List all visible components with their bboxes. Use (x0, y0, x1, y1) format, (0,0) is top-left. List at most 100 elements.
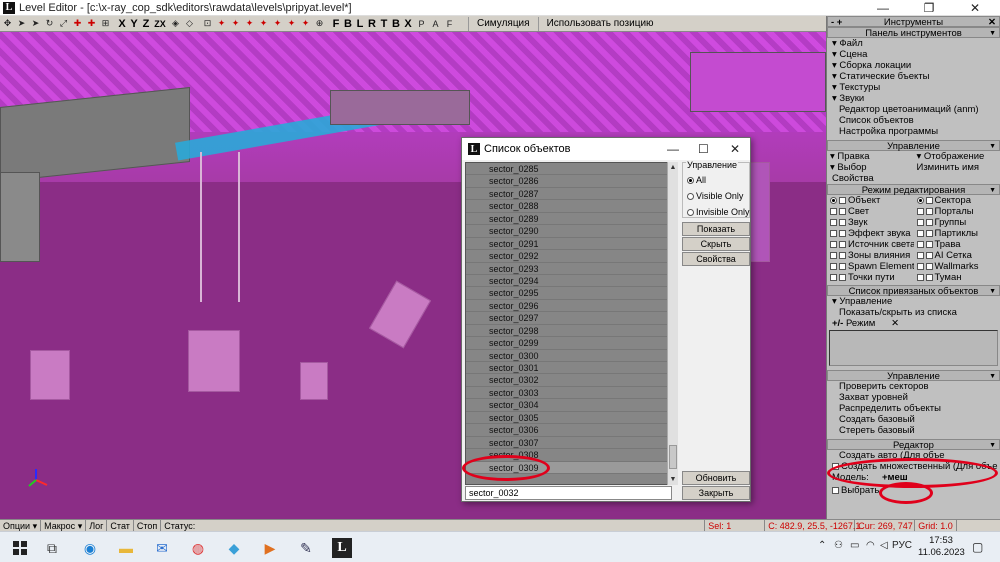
snap-icon[interactable]: ✚ (71, 17, 84, 30)
menu-build[interactable]: ▾ Сборка локации (827, 60, 1000, 71)
dialog-close-button[interactable]: ✕ (730, 142, 740, 156)
menu-textures[interactable]: ▾ Текстуры (827, 82, 1000, 93)
mode-wallmarks[interactable]: Wallmarks (914, 261, 1000, 272)
mode-sectors[interactable]: Сектора (914, 195, 1000, 206)
use-position-button[interactable]: Использовать позицию (537, 16, 662, 31)
list-item[interactable]: sector_0298 (466, 325, 671, 338)
list-item[interactable]: sector_0287 (466, 188, 671, 201)
mode-spawn-element[interactable]: Spawn Element (827, 261, 914, 272)
app-icon[interactable]: ◆ (224, 538, 244, 558)
link-settings[interactable]: Настройка программы (827, 126, 1000, 137)
list-item[interactable]: sector_0306 (466, 424, 671, 437)
stat-button[interactable]: Стат (107, 519, 134, 532)
mode-fog[interactable]: Туман (914, 272, 1000, 283)
dialog-minimize-button[interactable]: — (667, 142, 679, 156)
axis-z-button[interactable]: Z (140, 18, 152, 30)
rotate-icon[interactable]: ↻ (43, 17, 56, 30)
list-item[interactable]: sector_0289 (466, 213, 671, 226)
list-item[interactable]: sector_0295 (466, 287, 671, 300)
link-color-anim-editor[interactable]: Редактор цветоанимаций (anm) (827, 104, 1000, 115)
distribute-objects-button[interactable]: Распределить объекты (827, 403, 1000, 414)
edge-browser-icon[interactable]: ◉ (80, 538, 100, 558)
pivot-icon[interactable]: ✚ (85, 17, 98, 30)
tray-wifi-icon[interactable]: ◠ (866, 540, 875, 551)
task-view-icon[interactable]: ⧉ (42, 538, 62, 558)
options-menu[interactable]: Опции ▾ (0, 519, 42, 532)
view-left-button[interactable]: L (354, 18, 366, 30)
filter-all-radio[interactable]: All (687, 175, 706, 185)
zoom-icon[interactable]: ⊕ (313, 17, 326, 30)
scale-icon[interactable]: ⤢ (57, 17, 70, 30)
list-item[interactable]: sector_0292 (466, 250, 671, 263)
dialog-close-text-button[interactable]: Закрыть (682, 486, 750, 500)
attached-toggle[interactable]: Показать/скрыть из списка (827, 307, 1000, 318)
angle-snap-icon[interactable]: ✦ (271, 17, 284, 30)
tray-language[interactable]: РУС (892, 540, 912, 551)
list-item[interactable]: sector_0303 (466, 387, 671, 400)
erase-base-button[interactable]: Стереть базовый (827, 425, 1000, 436)
list-item[interactable]: sector_0290 (466, 225, 671, 238)
list-item[interactable]: sector_0288 (466, 200, 671, 213)
moving-snap-icon[interactable]: ✦ (215, 17, 228, 30)
control-header[interactable]: Управление ▼ (827, 140, 1000, 152)
menu-display[interactable]: ▾ Отображение (914, 151, 1000, 162)
chrome-icon[interactable]: ◍ (188, 538, 208, 558)
list-item[interactable]: sector_0296 (466, 300, 671, 313)
cull-icon[interactable]: ✦ (299, 17, 312, 30)
mode-ai-grid[interactable]: AI Сетка (914, 250, 1000, 261)
attached-remove-icon[interactable]: ✕ (891, 318, 899, 329)
scroll-up-icon[interactable]: ▲ (668, 162, 678, 173)
view-bottom-button[interactable]: B (390, 18, 402, 30)
tray-battery-icon[interactable]: ▭ (850, 540, 859, 551)
list-item[interactable]: sector_0285 (466, 163, 671, 176)
mode-light-source[interactable]: Источник света (827, 239, 914, 250)
editor-header[interactable]: Редактор ▼ (827, 439, 1000, 451)
scroll-down-icon[interactable]: ▼ (668, 474, 678, 485)
mode-light[interactable]: Свет (827, 206, 914, 217)
view-top-button[interactable]: T (378, 18, 390, 30)
select-arrow-icon[interactable]: ➤ (15, 17, 28, 30)
axis-zx-button[interactable]: ZX (152, 19, 168, 29)
view-front-button[interactable]: F (330, 18, 342, 30)
camera-icon[interactable]: A (429, 17, 442, 30)
minimize-button[interactable]: — (860, 0, 906, 16)
check-sectors-button[interactable]: Проверить секторов (827, 381, 1000, 392)
maximize-button[interactable]: ❐ (906, 0, 952, 16)
filter-invisible-radio[interactable]: Invisible Only (687, 207, 750, 217)
list-item[interactable]: sector_0297 (466, 312, 671, 325)
dialog-properties-button[interactable]: Свойства (682, 252, 750, 266)
perspective-icon[interactable]: P (415, 17, 428, 30)
axis-y-button[interactable]: Y (128, 18, 140, 30)
tray-arrow-icon[interactable]: ⌃ (818, 540, 826, 551)
attached-objects-header[interactable]: Список привязаных объектов ▼ (827, 285, 1000, 297)
move-icon[interactable]: ✥ (1, 17, 14, 30)
editor-app-icon[interactable]: ✎ (296, 538, 316, 558)
list-item[interactable]: sector_0299 (466, 337, 671, 350)
grid-snap-icon[interactable]: ✦ (257, 17, 270, 30)
mode-influence-zones[interactable]: Зоны влияния (827, 250, 914, 261)
toolbar-header[interactable]: Панель инструментов ▼ (827, 27, 1000, 39)
menu-sounds[interactable]: ▾ Звуки (827, 93, 1000, 104)
menu-edit[interactable]: ▾ Правка (827, 151, 914, 162)
notification-icon[interactable]: ▢ (972, 540, 983, 554)
list-item[interactable]: sector_0300 (466, 350, 671, 362)
dialog-maximize-button[interactable]: ☐ (698, 142, 709, 156)
refresh-list-button[interactable]: Обновить список (682, 471, 750, 495)
taskbar-clock[interactable]: 17:53 11.06.2023 (918, 535, 965, 559)
uniform-icon[interactable]: ◈ (169, 17, 182, 30)
attached-control[interactable]: ▾ Управление (827, 296, 1000, 307)
filter-visible-radio[interactable]: Visible Only (687, 191, 743, 201)
object-snap-icon[interactable]: ⊡ (201, 17, 214, 30)
level-editor-taskbar-icon[interactable]: L (332, 538, 352, 558)
hide-button[interactable]: Скрыть (682, 237, 750, 251)
simulation-button[interactable]: Симуляция (468, 16, 538, 31)
log-button[interactable]: Лог (86, 519, 108, 532)
attached-list[interactable] (829, 330, 998, 366)
control2-header[interactable]: Управление ▼ (827, 370, 1000, 382)
close-button[interactable]: ✕ (952, 0, 998, 16)
menu-scene[interactable]: ▾ Сцена (827, 49, 1000, 60)
menu-select[interactable]: ▾ Выбор (827, 162, 914, 173)
capture-levels-button[interactable]: Захват уровней (827, 392, 1000, 403)
mode-sound-effect[interactable]: Эффект звука (827, 228, 914, 239)
fly-icon[interactable]: F (443, 17, 456, 30)
